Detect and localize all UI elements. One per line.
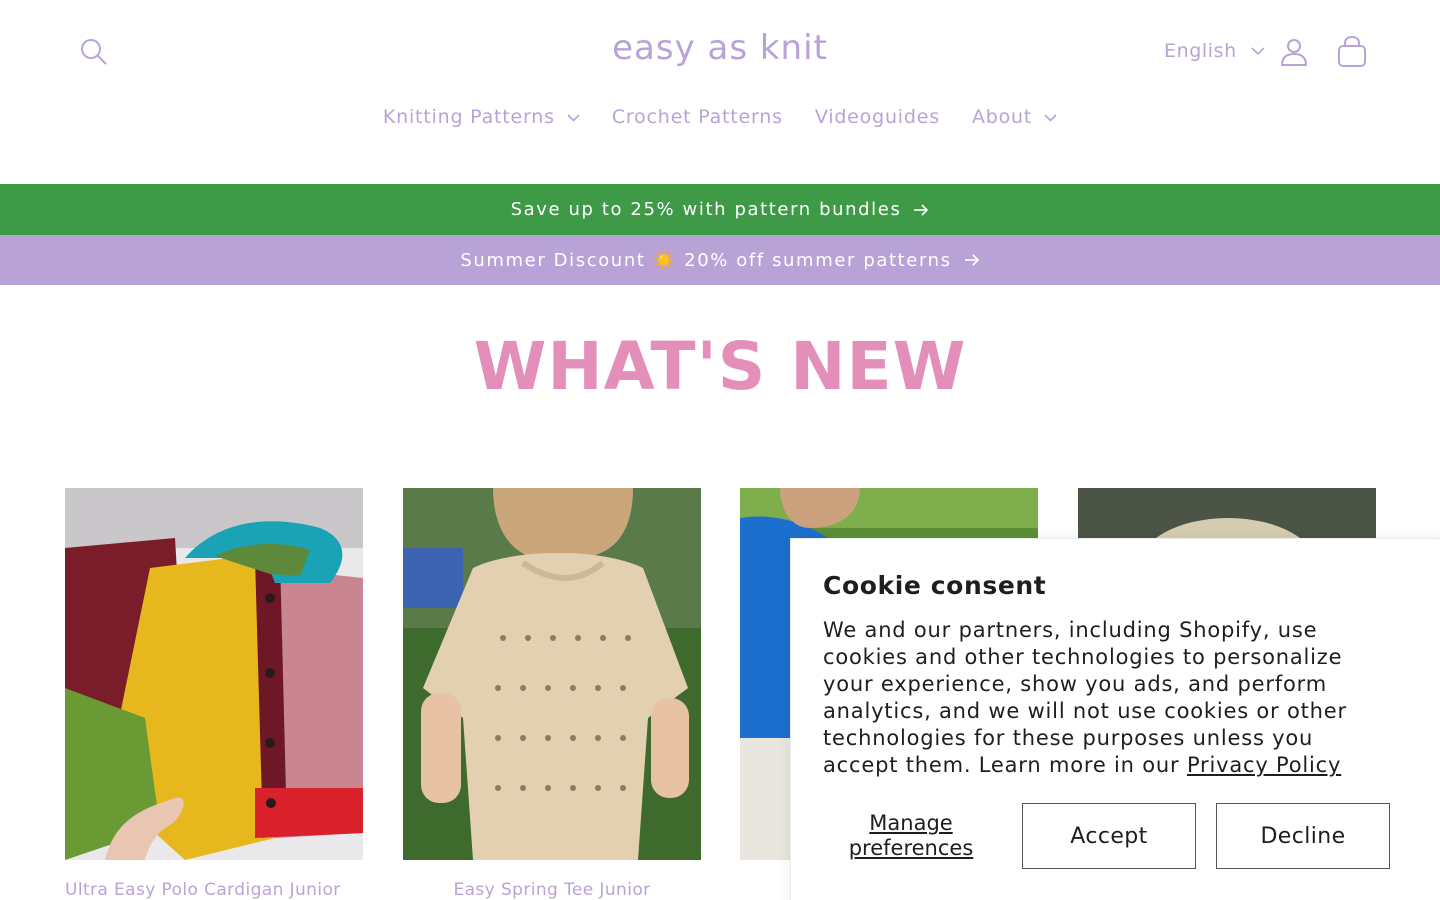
arrow-right-icon — [914, 203, 929, 216]
product-title[interactable]: Ultra Easy Polo Cardigan Junior — [65, 880, 363, 900]
product-image[interactable] — [403, 488, 701, 860]
nav-item-label: Knitting Patterns — [382, 106, 555, 128]
summer-announcement-bar[interactable]: Summer Discount ☀️ 20% off summer patter… — [0, 235, 1440, 285]
language-selector[interactable]: English — [1164, 40, 1265, 62]
main-nav: Knitting Patterns Crochet Patterns Video… — [0, 106, 1440, 128]
nav-crochet-patterns[interactable]: Crochet Patterns — [612, 106, 783, 128]
cookie-body: We and our partners, including Shopify, … — [823, 617, 1363, 779]
nav-item-label: Crochet Patterns — [611, 106, 783, 128]
user-icon — [1281, 39, 1307, 66]
privacy-policy-link[interactable]: Privacy Policy — [1187, 753, 1341, 777]
nav-videoguides[interactable]: Videoguides — [815, 106, 940, 128]
bundle-announcement-text: Save up to 25% with pattern bundles — [510, 199, 902, 220]
product-card: Easy Spring Tee Junior — [403, 488, 701, 900]
summer-announcement-text: Summer Discount ☀️ 20% off summer patter… — [460, 249, 952, 271]
cookie-consent-dialog: Cookie consent We and our partners, incl… — [790, 538, 1440, 900]
cart-icon — [1338, 35, 1366, 67]
cart-button[interactable] — [1335, 35, 1369, 68]
chevron-down-icon — [1044, 114, 1057, 122]
product-card: Ultra Easy Polo Cardigan Junior — [65, 488, 363, 900]
account-button[interactable] — [1278, 36, 1310, 68]
chevron-down-icon — [567, 114, 580, 122]
manage-preferences-button[interactable]: Manage preferences — [831, 811, 991, 861]
nav-item-label: Videoguides — [814, 106, 940, 128]
language-label: English — [1164, 40, 1237, 62]
nav-knitting-patterns[interactable]: Knitting Patterns — [383, 106, 580, 128]
site-header: easy as knit English Knitting Patterns C… — [0, 0, 1440, 184]
product-image[interactable] — [65, 488, 363, 860]
cookie-title: Cookie consent — [823, 571, 1047, 600]
section-heading: WHAT'S NEW — [473, 328, 967, 405]
search-icon — [81, 39, 107, 65]
product-title[interactable]: Easy Spring Tee Junior — [403, 880, 701, 900]
accept-button[interactable]: Accept — [1022, 803, 1196, 869]
chevron-down-icon — [1251, 46, 1265, 55]
decline-button[interactable]: Decline — [1216, 803, 1390, 869]
nav-about[interactable]: About — [972, 106, 1057, 128]
nav-item-label: About — [971, 106, 1033, 128]
logo[interactable]: easy as knit — [612, 28, 828, 68]
arrow-right-icon — [964, 254, 979, 266]
bundle-announcement-bar[interactable]: Save up to 25% with pattern bundles — [0, 184, 1440, 235]
search-button[interactable] — [78, 36, 110, 68]
